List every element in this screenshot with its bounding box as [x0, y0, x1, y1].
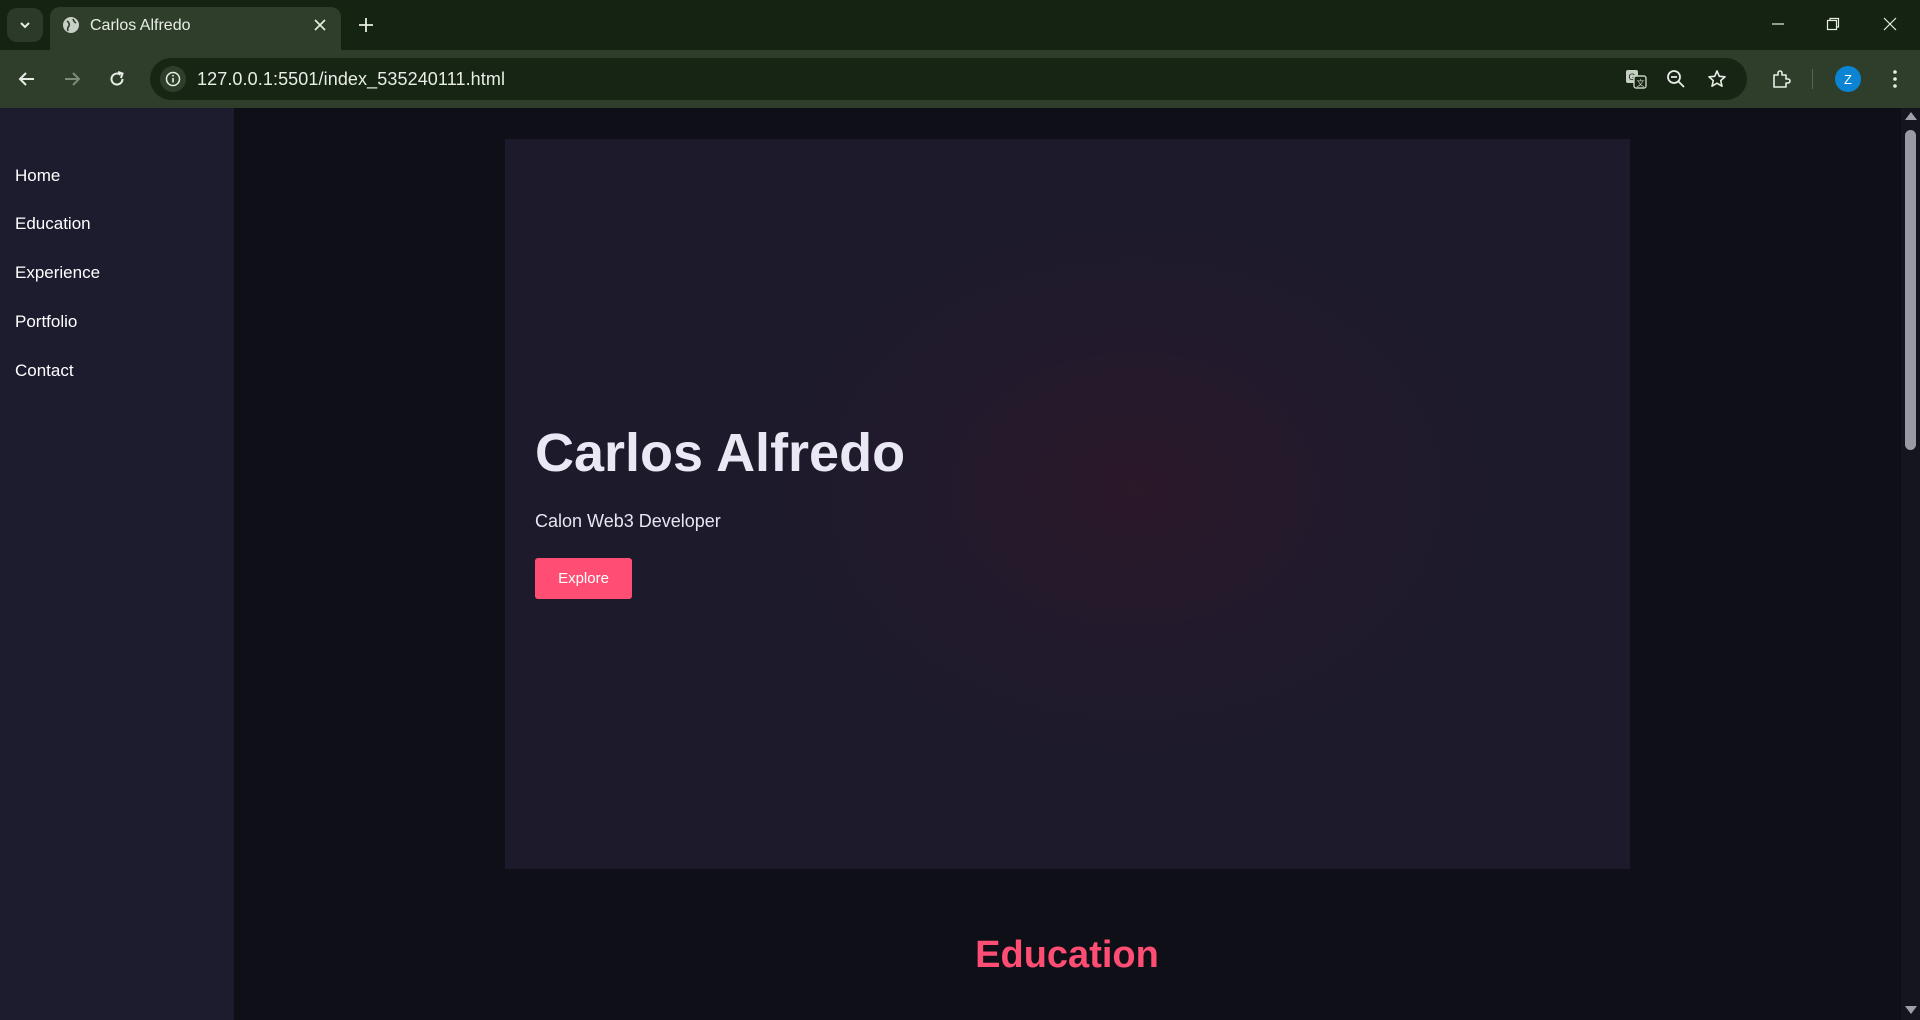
tab-title: Carlos Alfredo	[90, 17, 191, 34]
chevron-down-icon	[20, 22, 30, 29]
browser-tab[interactable]: Carlos Alfredo	[50, 7, 341, 50]
zoom-button[interactable]	[1664, 67, 1688, 91]
profile-avatar[interactable]: Z	[1835, 66, 1861, 92]
plus-icon	[359, 18, 373, 32]
explore-button[interactable]: Explore	[535, 558, 632, 599]
tab-close-button[interactable]	[309, 14, 331, 36]
page-scrollbar[interactable]	[1901, 108, 1920, 1020]
sidebar-item-education[interactable]: Education	[15, 214, 91, 234]
education-section-title: Education	[975, 934, 1159, 976]
hero-section: Carlos Alfredo Calon Web3 Developer Expl…	[505, 139, 1630, 869]
extensions-button[interactable]	[1766, 64, 1796, 94]
close-window-button[interactable]	[1867, 7, 1913, 41]
svg-text:文: 文	[1637, 78, 1645, 88]
translate-icon: G文	[1626, 70, 1647, 89]
close-icon	[1883, 17, 1897, 31]
hero-title: Carlos Alfredo	[535, 423, 906, 483]
minimize-button[interactable]	[1755, 7, 1801, 41]
sidebar-item-portfolio[interactable]: Portfolio	[15, 312, 77, 332]
bookmark-button[interactable]	[1705, 67, 1729, 91]
new-tab-button[interactable]	[353, 12, 379, 38]
sidebar: Home Education Experience Portfolio Cont…	[0, 108, 234, 1020]
browser-toolbar: 127.0.0.1:5501/index_535240111.html G文 Z	[0, 50, 1920, 108]
site-info-button[interactable]	[160, 66, 186, 92]
back-button[interactable]	[12, 64, 42, 94]
tab-search-button[interactable]	[7, 8, 43, 42]
star-icon	[1708, 70, 1726, 87]
scroll-thumb[interactable]	[1905, 130, 1916, 450]
zoom-out-icon	[1667, 70, 1685, 88]
forward-button[interactable]	[57, 64, 87, 94]
globe-icon	[63, 17, 79, 33]
sidebar-item-experience[interactable]: Experience	[15, 263, 100, 283]
more-vertical-icon	[1893, 70, 1897, 88]
address-bar[interactable]: 127.0.0.1:5501/index_535240111.html G文	[150, 58, 1747, 100]
scroll-down-arrow[interactable]	[1905, 1006, 1917, 1014]
reload-icon	[110, 71, 124, 86]
reload-button[interactable]	[102, 64, 132, 94]
translate-button[interactable]: G文	[1624, 67, 1648, 91]
tab-strip: Carlos Alfredo	[0, 0, 1920, 50]
close-icon	[314, 19, 326, 31]
restore-button[interactable]	[1810, 7, 1856, 41]
page-viewport: Home Education Experience Portfolio Cont…	[0, 108, 1920, 1020]
sidebar-item-home[interactable]: Home	[15, 166, 60, 186]
sidebar-item-contact[interactable]: Contact	[15, 361, 74, 381]
minimize-icon	[1772, 23, 1784, 25]
hero-subtitle: Calon Web3 Developer	[535, 511, 721, 531]
arrow-left-icon	[18, 72, 34, 86]
scroll-up-arrow[interactable]	[1905, 112, 1917, 120]
url-text: 127.0.0.1:5501/index_535240111.html	[197, 69, 506, 89]
browser-menu-button[interactable]	[1880, 64, 1910, 94]
puzzle-icon	[1773, 70, 1791, 88]
info-icon	[165, 71, 181, 87]
restore-icon	[1826, 17, 1840, 31]
toolbar-divider	[1812, 69, 1813, 89]
arrow-right-icon	[65, 72, 81, 86]
